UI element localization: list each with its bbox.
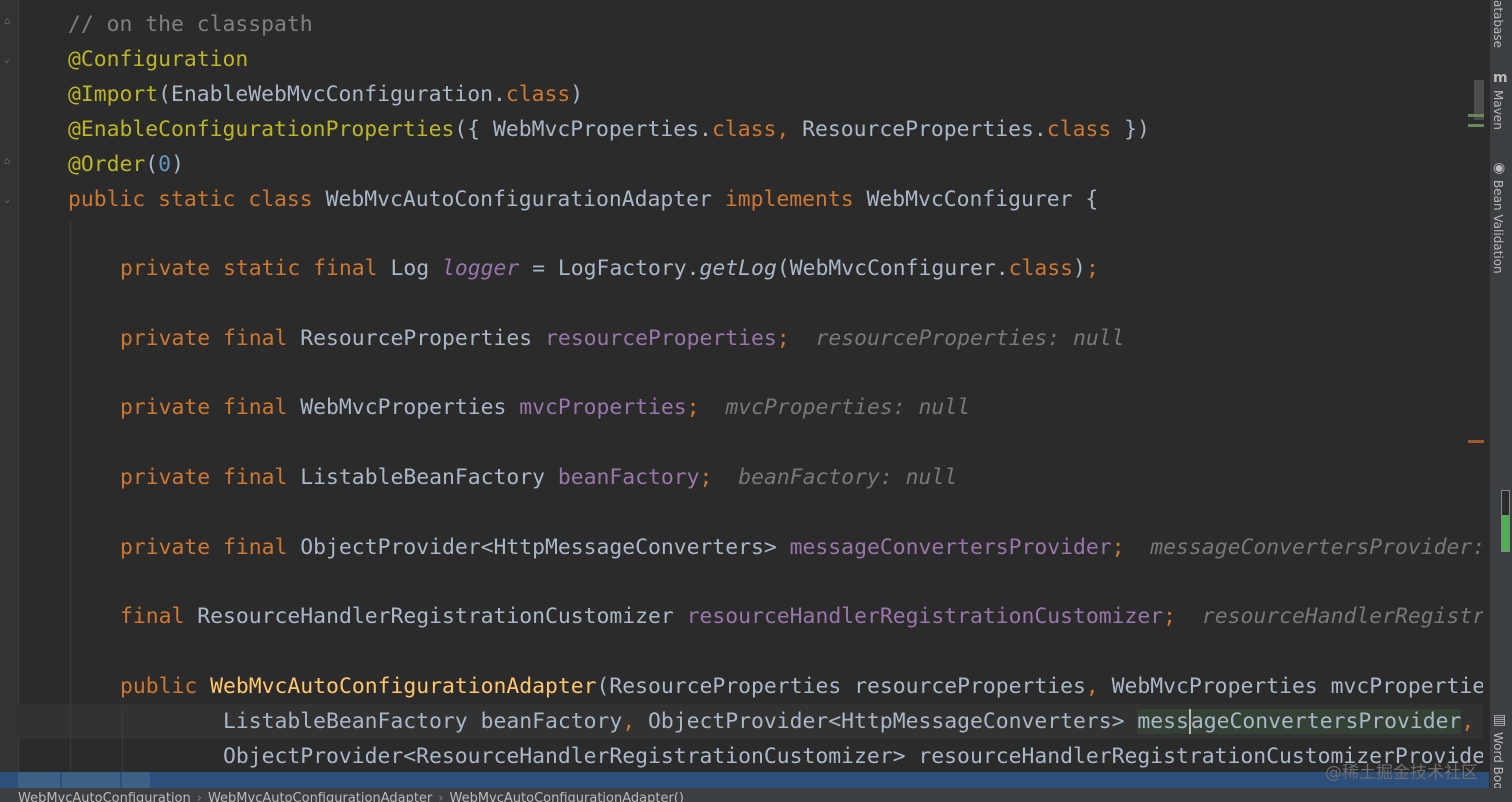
code-line-message-converters-field: private final ObjectProvider<HttpMessage… <box>120 530 1483 565</box>
code-line-constructor-params: ListableBeanFactory beanFactory, ObjectP… <box>223 709 1475 734</box>
inlay-hint: resourceHandlerRegistr <box>1201 604 1483 629</box>
code-line-annotation-enable-properties: @EnableConfigurationProperties({ WebMvcP… <box>68 117 1150 142</box>
word-book-icon[interactable]: ▤ <box>1493 712 1506 728</box>
fold-marker-icon[interactable]: ⌄ <box>1 194 13 206</box>
maven-tool-button[interactable]: Maven <box>1491 90 1505 130</box>
breadcrumb: WebMvcAutoConfiguration › WebMvcAutoConfig… <box>0 788 1507 802</box>
code-editor[interactable]: // on the classpath @Configuration @Impo… <box>18 0 1483 772</box>
bean-validation-icon[interactable]: ◉ <box>1493 160 1505 176</box>
bean-validation-tool-button[interactable]: Bean Validation <box>1491 180 1505 274</box>
inlay-hint: mvcProperties: null <box>725 395 970 420</box>
indent-guide <box>122 708 123 772</box>
breadcrumb-item[interactable]: WebMvcAutoConfiguration <box>18 791 191 802</box>
inlay-hint: messageConvertersProvider: <box>1150 535 1483 560</box>
database-tool-button[interactable]: atabase <box>1491 0 1505 48</box>
code-line-comment: // on the classpath <box>68 12 313 37</box>
chevron-right-icon: › <box>196 791 202 802</box>
indent-guide <box>70 220 71 772</box>
code-line-annotation-import: @Import(EnableWebMvcConfiguration.class) <box>68 82 584 107</box>
word-book-tool-button[interactable]: Word Boo <box>1491 732 1505 790</box>
code-line-logger-field: private static final Log logger = LogFac… <box>120 256 1099 281</box>
code-line-constructor-params: ObjectProvider<ResourceHandlerRegistrati… <box>223 744 1483 769</box>
code-line-annotation-configuration: @Configuration <box>68 47 249 72</box>
fold-marker-icon[interactable]: ⌄ <box>1 54 13 66</box>
text-caret <box>1188 709 1191 734</box>
inlay-hint: beanFactory: null <box>738 465 958 490</box>
debug-highlight-line <box>0 772 1489 788</box>
memory-indicator[interactable] <box>1501 490 1510 552</box>
code-line-annotation-order: @Order(0) <box>68 152 184 177</box>
change-marker[interactable] <box>1468 114 1484 117</box>
breadcrumb-item[interactable]: WebMvcAutoConfigurationAdapter() <box>449 791 683 802</box>
code-line-mvc-properties-field: private final WebMvcProperties mvcProper… <box>120 395 970 420</box>
fold-marker-icon[interactable]: ⌂ <box>1 156 13 168</box>
breadcrumb-item[interactable]: WebMvcAutoConfigurationAdapter <box>208 791 432 802</box>
code-line-resource-properties-field: private final ResourceProperties resourc… <box>120 326 1125 351</box>
chevron-right-icon: › <box>438 791 444 802</box>
fold-marker-icon[interactable]: ⌂ <box>1 16 13 28</box>
code-line-class-declaration: public static class WebMvcAutoConfigurat… <box>68 187 1099 212</box>
code-line-constructor: public WebMvcAutoConfigurationAdapter(Re… <box>120 674 1483 699</box>
warning-marker[interactable] <box>1468 440 1484 443</box>
maven-icon[interactable]: m <box>1493 70 1508 86</box>
code-line-customizer-field: final ResourceHandlerRegistrationCustomi… <box>120 599 1483 634</box>
code-line-bean-factory-field: private final ListableBeanFactory beanFa… <box>120 465 958 490</box>
editor-gutter[interactable]: ⌂ ⌄ ⌂ ⌄ <box>0 0 19 802</box>
watermark: @稀土掘金技术社区 <box>1325 763 1478 783</box>
change-marker[interactable] <box>1468 124 1484 127</box>
inlay-hint: resourceProperties: null <box>815 326 1125 351</box>
